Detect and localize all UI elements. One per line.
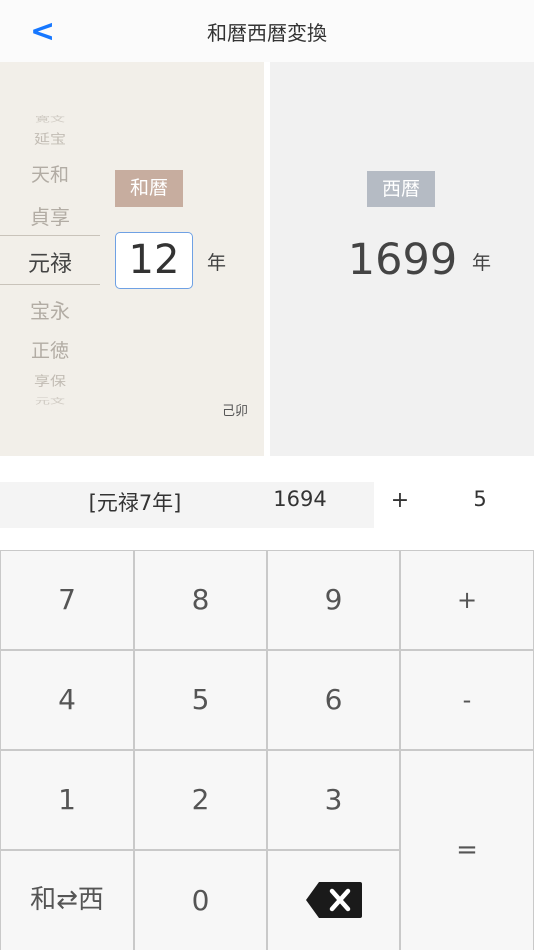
seireki-badge: 西暦 (367, 171, 435, 207)
calc-offset: 5 (473, 487, 487, 511)
picker-selection-line-bottom (0, 284, 100, 285)
calc-base-year: 1694 (273, 487, 327, 511)
wareki-badge: 和暦 (115, 170, 183, 207)
key-minus[interactable]: - (401, 651, 533, 749)
key-equals[interactable]: = (401, 751, 533, 950)
era-option[interactable]: 正徳 (0, 336, 100, 363)
keypad: 7 8 9 + 4 5 6 - 1 2 3 = 和⇄西 0 (0, 550, 534, 950)
key-9[interactable]: 9 (268, 551, 399, 649)
key-4[interactable]: 4 (1, 651, 133, 749)
key-backspace[interactable] (268, 851, 399, 950)
era-option[interactable]: 延宝 (0, 128, 100, 147)
key-7[interactable]: 7 (1, 551, 133, 649)
era-option[interactable]: 享保 (0, 370, 100, 389)
key-3[interactable]: 3 (268, 751, 399, 849)
era-option[interactable]: 宝永 (0, 295, 100, 324)
backspace-icon (306, 882, 362, 918)
key-toggle-direction[interactable]: 和⇄西 (1, 851, 133, 950)
key-0[interactable]: 0 (135, 851, 266, 950)
era-option[interactable]: 元文 (0, 395, 100, 406)
seireki-year-unit: 年 (472, 252, 492, 274)
era-option-selected[interactable]: 元禄 (0, 246, 100, 278)
wareki-year-unit: 年 (207, 252, 227, 274)
wareki-year-input[interactable]: 12 (115, 232, 193, 289)
picker-selection-line-top (0, 235, 100, 236)
key-1[interactable]: 1 (1, 751, 133, 849)
key-6[interactable]: 6 (268, 651, 399, 749)
key-plus[interactable]: + (401, 551, 533, 649)
key-5[interactable]: 5 (135, 651, 266, 749)
key-2[interactable]: 2 (135, 751, 266, 849)
calc-era-label: [元禄7年] (88, 491, 182, 515)
eto-label: 己卯 (222, 404, 249, 419)
seireki-year-value[interactable]: 1699 (340, 232, 465, 288)
page-title: 和暦西暦変換 (207, 21, 327, 45)
era-option[interactable]: 貞享 (0, 201, 100, 230)
key-8[interactable]: 8 (135, 551, 266, 649)
era-option[interactable]: 天和 (0, 160, 100, 187)
era-picker[interactable]: 寛文 延宝 天和 貞享 元禄 宝永 正徳 享保 元文 (0, 100, 100, 410)
era-option[interactable]: 寛文 (0, 113, 100, 124)
calc-operator: + (390, 488, 410, 513)
